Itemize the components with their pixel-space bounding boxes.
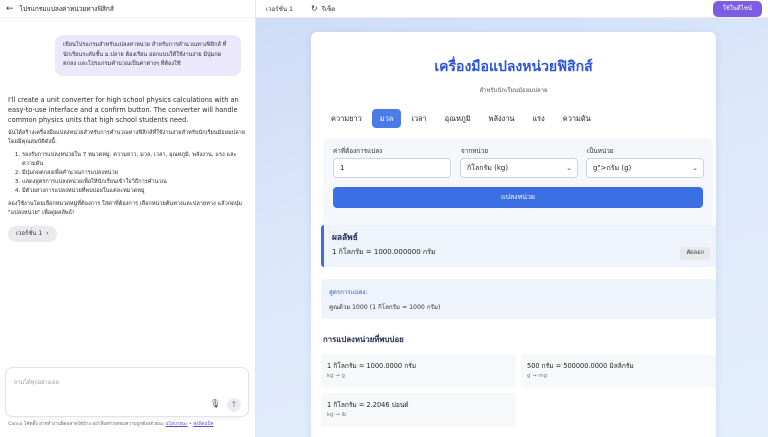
to-unit-value: g">กรัม (g)	[593, 164, 632, 172]
version-chip-button[interactable]: เวอร์ชั่น 1 ›	[8, 226, 57, 242]
preview-area: เครื่องมือแปลงหน่วยฟิสิกส์ สำหรับนักเรีย…	[256, 18, 768, 437]
version-chip-label: เวอร์ชั่น 1	[16, 230, 43, 237]
common-item-sub: g → mg	[527, 373, 548, 379]
to-unit-label: เป็นหน่วย	[587, 147, 614, 155]
list-item[interactable]: 1 กิโลกรัม = 2.2046 ปอนด์ kg → lb	[321, 393, 516, 427]
convert-button[interactable]: แปลงหน่วย	[333, 187, 703, 208]
list-item[interactable]: 500 กรัม = 500000.0000 มิลลิกรัม g → mg	[521, 354, 716, 388]
common-item-main: 1 กิโลกรัม = 2.2046 ปอนด์	[327, 401, 409, 409]
disclaimer-text: Canva โค้ดดิ้ง อาจทำงานผิดพลาดได้บ้าง อย…	[8, 422, 165, 427]
result-title: ผลลัพธ์	[332, 232, 358, 242]
tab-pressure[interactable]: ความดัน	[555, 109, 599, 128]
assistant-th-intro: ฉันได้สร้างเครื่องมือแปลงหน่วยสำหรับการค…	[8, 130, 246, 145]
chevron-right-icon: ›	[46, 230, 49, 237]
tab-time[interactable]: เวลา	[403, 109, 434, 128]
common-item-main: 1 กิโลกรัม = 1000.0000 กรัม	[327, 362, 417, 370]
chat-composer[interactable]: ถามได้ทุกอย่างเลย 🎙 ↑	[5, 367, 249, 417]
conversion-form: ค่าที่ต้องการแปลง 1 จากหน่วย กิโลกรัม (k…	[323, 138, 713, 226]
list-item: มีตัวอย่างการแปลงหน่วยที่พบบ่อยในแต่ละหม…	[22, 187, 246, 196]
copy-button[interactable]: คัดลอก	[680, 247, 710, 260]
reset-button[interactable]: ↻ รีเซ็ต	[311, 4, 335, 14]
to-unit-select[interactable]: g">กรัม (g) ⌄	[586, 158, 704, 178]
tab-temperature[interactable]: อุณหภูมิ	[437, 109, 479, 128]
list-item: แสดงสูตรการแปลงหน่วยเพื่อให้นักเรียนเข้า…	[22, 178, 246, 187]
tab-length[interactable]: ความยาว	[323, 109, 370, 128]
category-tabs: ความยาว มวล เวลา อุณหภูมิ พลังงาน แรง คว…	[323, 109, 601, 128]
microphone-icon[interactable]: 🎙	[210, 399, 220, 411]
chat-header: ← โปรแกรมแปลงค่าหน่วยทางฟิสิกส์	[0, 0, 255, 18]
value-input[interactable]: 1	[333, 158, 451, 178]
app-subtitle: สำหรับนักเรียนมัธยมปลาย	[479, 87, 548, 94]
send-arrow-icon[interactable]: ↑	[227, 398, 241, 412]
assistant-intro: I'll create a unit converter for high sc…	[8, 96, 239, 124]
assistant-message: I'll create a unit converter for high sc…	[8, 95, 246, 242]
version-selector[interactable]: เวอร์ชั่น 1	[266, 4, 293, 14]
app-title: เครื่องมือแปลงหน่วยฟิสิกส์	[434, 59, 593, 75]
preview-toolbar: เวอร์ชั่น 1 ↻ รีเซ็ต ใช้ในดีไซน์	[256, 0, 768, 18]
assistant-outro: ลองใช้งานโดยเลือกหมวดหมู่ที่ต้องการ ใส่ค…	[8, 201, 242, 216]
common-conversions-title: การแปลงหน่วยที่พบบ่อย	[323, 335, 404, 344]
result-panel: ผลลัพธ์ 1 กิโลกรัม = 1000.000000 กรัม คั…	[321, 225, 716, 267]
result-value: 1 กิโลกรัม = 1000.000000 กรัม	[332, 248, 436, 256]
common-item-main: 500 กรัม = 500000.0000 มิลลิกรัม	[527, 362, 634, 370]
value-label: ค่าที่ต้องการแปลง	[333, 147, 383, 155]
disclaimer: Canva โค้ดดิ้ง อาจทำงานผิดพลาดได้บ้าง อย…	[8, 422, 214, 427]
chat-panel: ← โปรแกรมแปลงค่าหน่วยทางฟิสิกส์ เขียนโปร…	[0, 0, 256, 437]
tab-energy[interactable]: พลังงาน	[481, 109, 523, 128]
refresh-icon: ↻	[310, 4, 318, 13]
tab-force[interactable]: แรง	[524, 109, 552, 128]
common-item-sub: kg → lb	[327, 412, 347, 418]
tab-mass[interactable]: มวล	[371, 109, 402, 128]
chevron-down-icon: ⌄	[566, 164, 572, 172]
list-item[interactable]: 1 กิโลกรัม = 1000.0000 กรัม kg → g	[321, 354, 516, 388]
chat-title: โปรแกรมแปลงค่าหน่วยทางฟิสิกส์	[19, 4, 114, 13]
use-in-design-button[interactable]: ใช้ในดีไซน์	[712, 1, 762, 17]
feedback-link[interactable]: ส่งฟีดแบ็ค	[193, 422, 213, 427]
composer-placeholder[interactable]: ถามได้ทุกอย่างเลย	[14, 379, 59, 387]
list-item: รองรับการแปลงหน่วยใน 7 หมวดหมู่: ความยาว…	[22, 151, 246, 169]
converter-card: เครื่องมือแปลงหน่วยฟิสิกส์ สำหรับนักเรีย…	[311, 32, 716, 437]
user-message: เขียนโปรแกรมสำหรับแปลงค่าหน่วย สำหรับการ…	[55, 35, 241, 76]
list-item: มีปุ่มกดตกลงเพื่อคำนวณการแปลงหน่วย	[22, 169, 246, 178]
formula-title: สูตรการแปลง:	[329, 289, 368, 296]
policy-link[interactable]: นโยบายนะ	[166, 422, 188, 427]
reset-label: รีเซ็ต	[321, 5, 336, 13]
from-unit-value: กิโลกรัม (kg)	[467, 164, 509, 172]
chevron-down-icon: ⌄	[692, 164, 698, 172]
from-unit-select[interactable]: กิโลกรัม (kg) ⌄	[460, 158, 578, 178]
assistant-feature-list: รองรับการแปลงหน่วยใน 7 หมวดหมู่: ความยาว…	[8, 151, 246, 196]
back-arrow-icon[interactable]: ←	[6, 4, 14, 14]
formula-panel: สูตรการแปลง: คูณด้วย 1000 (1 กิโลกรัม = …	[321, 279, 716, 319]
formula-value: คูณด้วย 1000 (1 กิโลกรัม = 1000 กรัม)	[329, 304, 441, 311]
common-item-sub: kg → g	[327, 373, 345, 379]
from-unit-label: จากหน่วย	[461, 147, 489, 155]
